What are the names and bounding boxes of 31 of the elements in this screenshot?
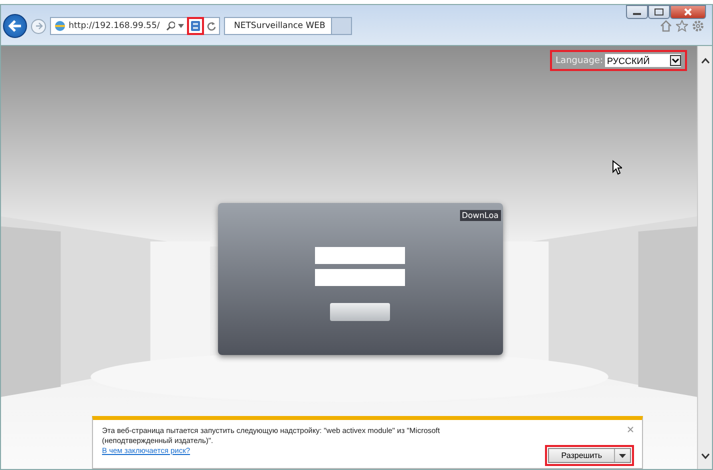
maximize-button[interactable] [648,5,670,19]
back-arrow-icon [8,20,22,32]
language-select[interactable]: РУССКИЙ [605,54,681,67]
dropdown-arrow-icon [670,55,681,66]
ie-logo-icon [54,20,66,32]
refresh-icon[interactable] [207,21,216,31]
maximize-icon [654,8,664,16]
url-text: http://192.168.99.55/ [68,21,160,31]
scroll-up-icon[interactable] [700,58,710,64]
settings-icon[interactable] [692,20,704,32]
close-icon [683,8,693,16]
download-button[interactable]: DownLoa [460,210,500,221]
minimize-button[interactable] [626,5,648,19]
username-field[interactable] [315,247,405,264]
mouse-cursor-icon [612,160,622,175]
back-button[interactable] [3,14,27,38]
close-icon[interactable] [627,426,634,433]
scrollbar[interactable] [697,46,712,469]
close-button[interactable] [670,5,706,19]
dropdown-caret-icon[interactable] [178,24,184,28]
password-field[interactable] [315,269,405,286]
scroll-down-icon[interactable] [700,453,710,459]
address-bar[interactable]: http://192.168.99.55/ [50,17,220,35]
star-icon[interactable] [676,20,688,32]
compatibility-view-icon[interactable] [191,21,200,31]
forward-arrow-icon [34,22,42,30]
browser-tab[interactable]: NETSurveillance WEB [224,17,332,35]
language-label: Language: [556,56,603,66]
dropdown-caret-icon [619,454,626,458]
tab-title: NETSurveillance WEB [234,21,326,31]
search-icon[interactable] [166,21,176,31]
